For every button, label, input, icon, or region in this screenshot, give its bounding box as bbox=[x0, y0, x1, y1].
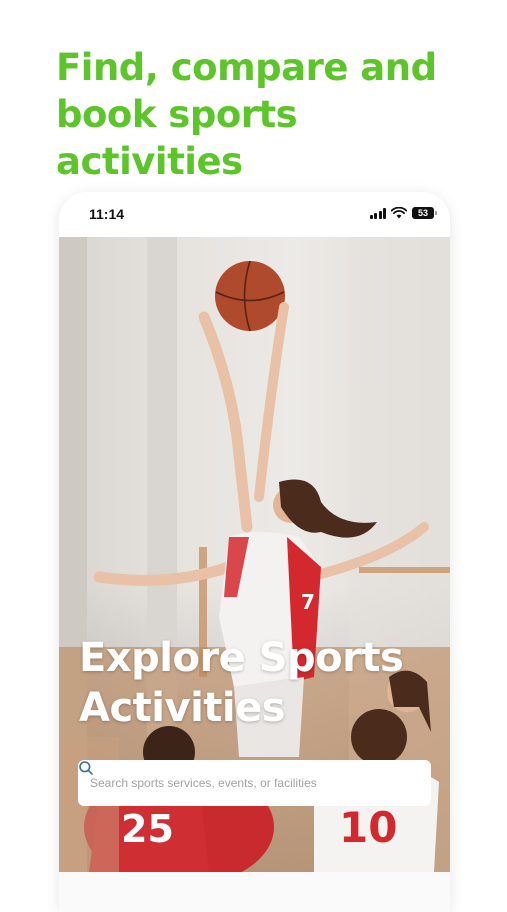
search-input[interactable] bbox=[88, 775, 419, 791]
wifi-icon bbox=[391, 207, 407, 219]
content-area bbox=[59, 872, 450, 912]
status-time: 11:14 bbox=[89, 206, 125, 222]
battery-icon: 53 bbox=[412, 207, 437, 219]
marketing-headline: Find, compare and book sports activities bbox=[56, 44, 496, 185]
jersey-number-10: 10 bbox=[339, 803, 397, 852]
status-bar: 11:14 53 bbox=[59, 192, 450, 237]
headline-line-1: Find, compare and bbox=[56, 46, 437, 89]
search-icon[interactable] bbox=[78, 760, 94, 776]
jersey-number-25: 25 bbox=[121, 807, 174, 851]
hero-title: Explore Sports Activities bbox=[79, 633, 429, 733]
hero-title-line-1: Explore Sports bbox=[79, 635, 404, 681]
hero-banner: 7 25 10 Explore Sports Activities bbox=[59, 237, 450, 872]
search-bar[interactable] bbox=[78, 760, 431, 806]
hero-title-line-2: Activities bbox=[79, 685, 286, 731]
headline-line-2: book sports activities bbox=[56, 93, 298, 183]
status-icons: 53 bbox=[369, 207, 437, 219]
jersey-number-7: 7 bbox=[301, 590, 315, 614]
signal-icon bbox=[369, 207, 386, 219]
phone-mockup: 11:14 53 7 25 10 Explore Sports Activiti… bbox=[59, 192, 450, 912]
